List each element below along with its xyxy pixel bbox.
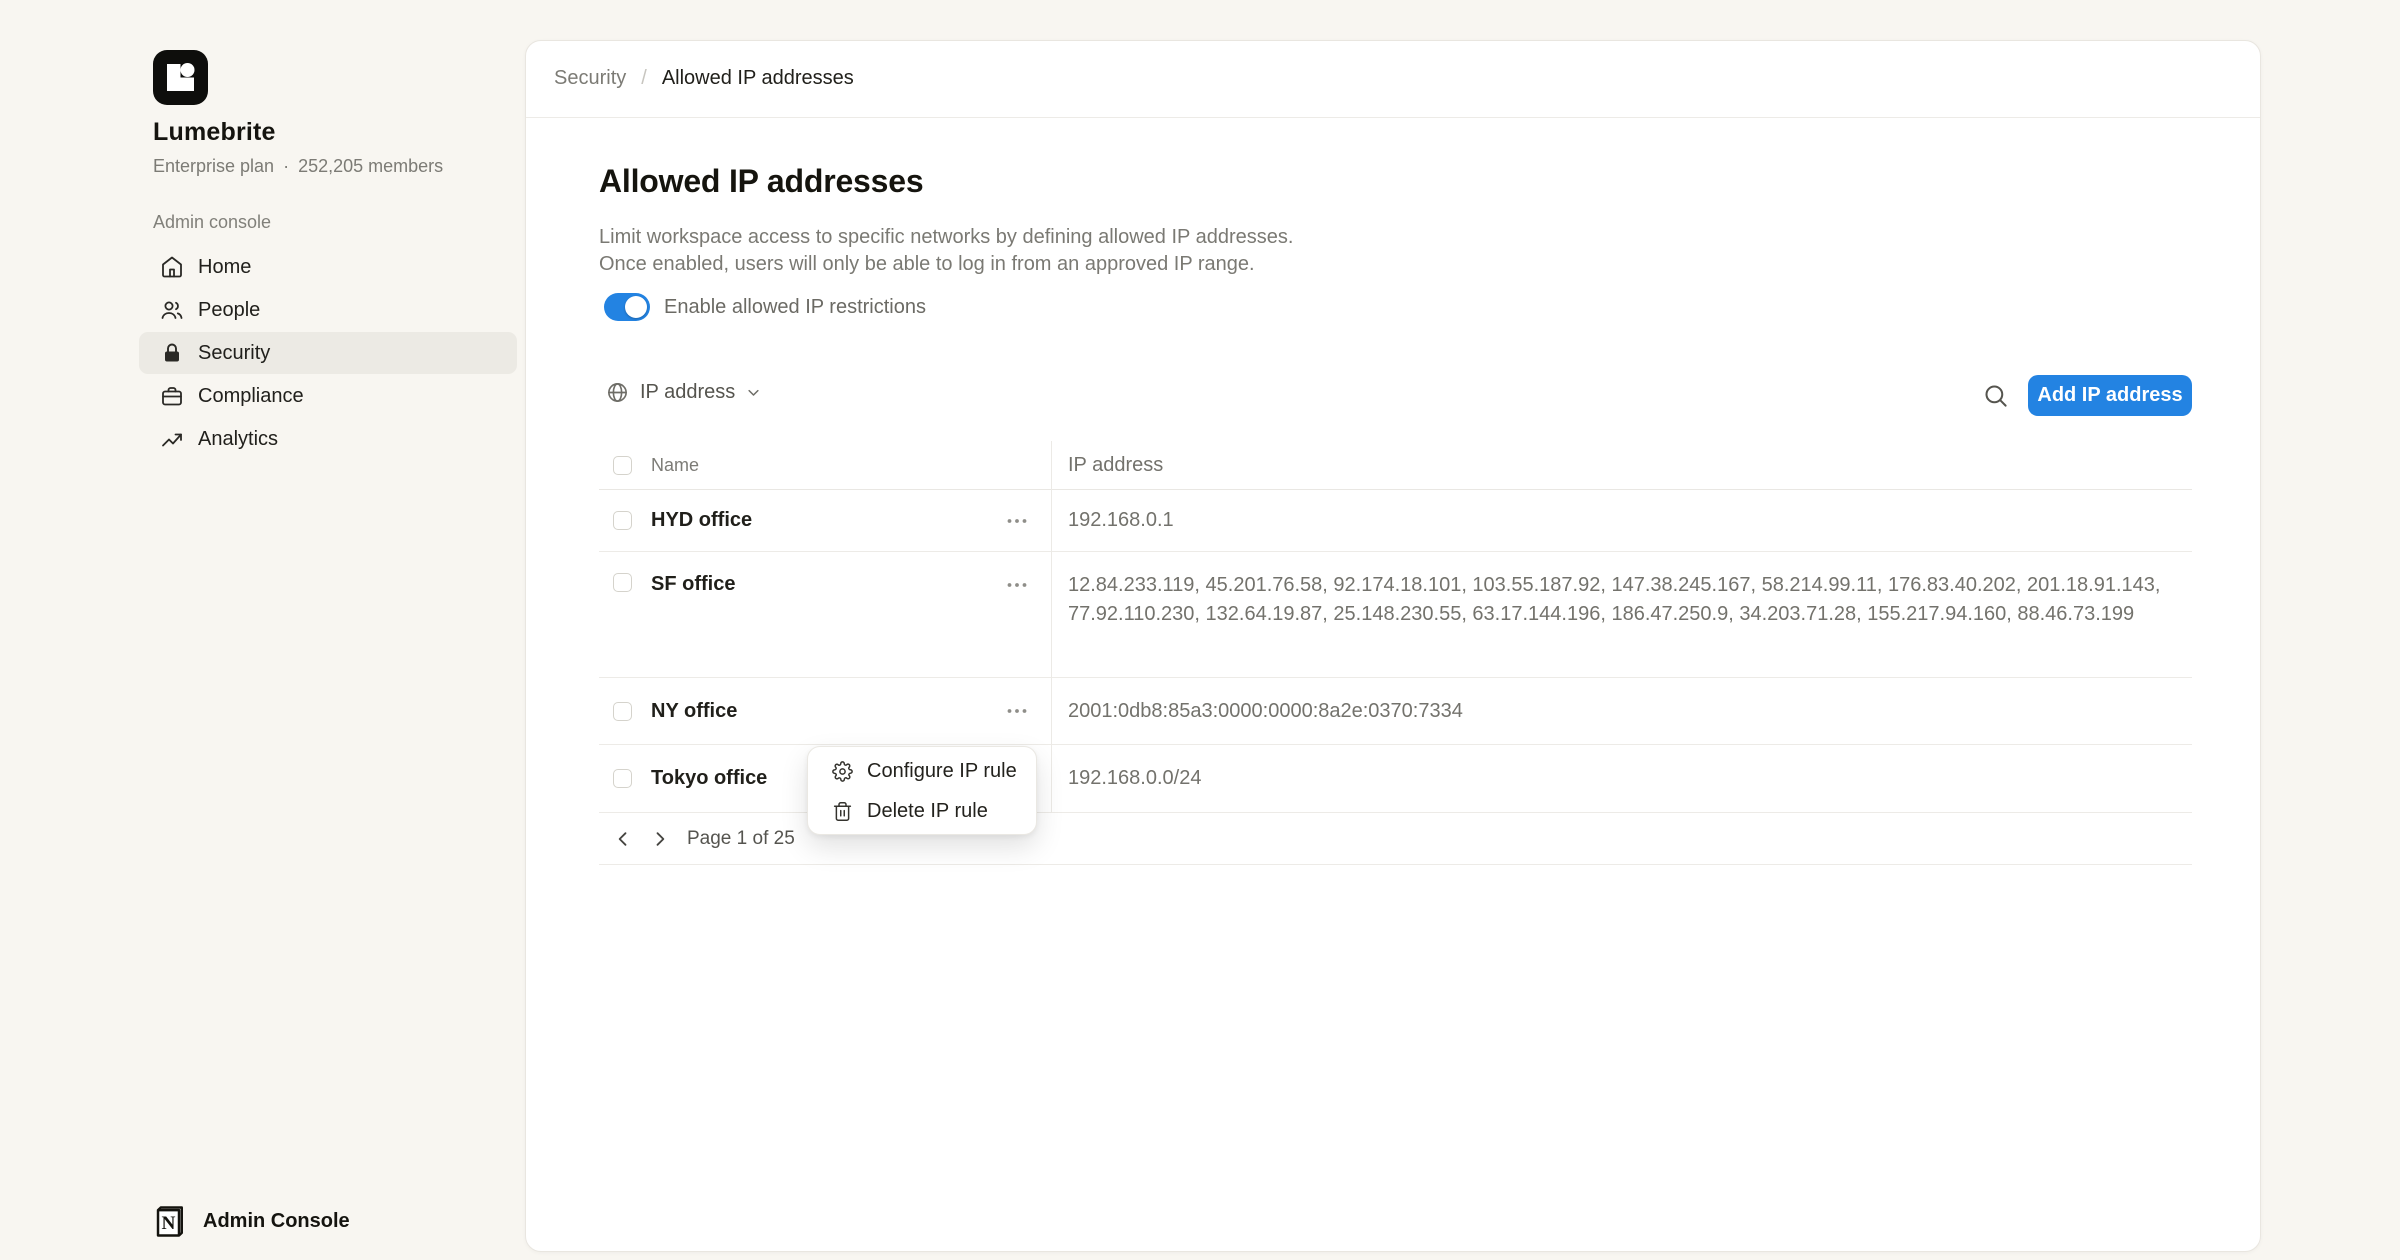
workspace-meta: Enterprise plan · 252,205 members xyxy=(153,156,443,177)
menu-item-delete-ip-rule[interactable]: Delete IP rule xyxy=(808,791,1036,831)
description-line-1: Limit workspace access to specific netwo… xyxy=(599,226,1293,248)
breadcrumb-separator: / xyxy=(641,67,647,90)
sidebar-item-label: Analytics xyxy=(198,428,278,451)
add-ip-address-button[interactable]: Add IP address xyxy=(2028,375,2192,416)
sidebar-item-label: Compliance xyxy=(198,385,304,408)
row-name: SF office xyxy=(651,573,735,596)
ip-restrictions-toggle[interactable] xyxy=(604,293,650,321)
toggle-label: Enable allowed IP restrictions xyxy=(664,296,926,319)
context-menu: Configure IP rule Delete IP rule xyxy=(807,746,1037,835)
row-name: NY office xyxy=(651,700,737,723)
row-actions-ellipsis-icon[interactable] xyxy=(1005,509,1029,533)
page-next-button[interactable] xyxy=(650,829,670,849)
row-name: HYD office xyxy=(651,509,752,532)
sidebar-item-label: Security xyxy=(198,342,270,365)
table-row: NY office 2001:0db8:85a3:0000:0000:8a2e:… xyxy=(599,678,2192,745)
toggle-knob xyxy=(625,296,647,318)
sidebar-section-label: Admin console xyxy=(153,212,271,233)
row-ip-value: 12.84.233.119, 45.201.76.58, 92.174.18.1… xyxy=(1068,571,2192,629)
sidebar-footer[interactable]: N Admin Console xyxy=(150,1203,350,1240)
table-row: SF office 12.84.233.119, 45.201.76.58, 9… xyxy=(599,552,2192,678)
sidebar-item-label: People xyxy=(198,299,260,322)
lumebrite-logo-glyph xyxy=(153,50,208,105)
row-ip-value: 192.168.0.1 xyxy=(1068,506,1174,535)
gear-icon xyxy=(832,761,853,782)
search-icon xyxy=(1982,382,2009,409)
toggle-row: Enable allowed IP restrictions xyxy=(604,293,926,321)
page-previous-button[interactable] xyxy=(613,829,633,849)
table-header-row: Name IP address xyxy=(599,441,2192,490)
row-checkbox[interactable] xyxy=(613,702,632,721)
trash-icon xyxy=(832,801,853,822)
breadcrumb-divider xyxy=(526,117,2260,118)
row-actions-ellipsis-icon[interactable] xyxy=(1005,573,1029,597)
column-header-name: Name xyxy=(651,455,699,476)
svg-text:N: N xyxy=(162,1213,176,1234)
breadcrumb: Security / Allowed IP addresses xyxy=(554,40,854,117)
globe-icon xyxy=(606,381,629,404)
page-description: Limit workspace access to specific netwo… xyxy=(599,224,1293,278)
workspace-logo-icon[interactable] xyxy=(153,50,208,105)
description-line-2: Once enabled, users will only be able to… xyxy=(599,253,1255,275)
row-ip-value: 192.168.0.0/24 xyxy=(1068,764,1201,793)
table-column-divider xyxy=(1051,441,1052,813)
column-header-ip-address: IP address xyxy=(1068,451,1163,480)
sidebar-footer-label: Admin Console xyxy=(203,1210,350,1233)
search-button[interactable] xyxy=(1982,382,2012,412)
sidebar: Lumebrite Enterprise plan · 252,205 memb… xyxy=(0,0,525,1260)
sidebar-item-analytics[interactable]: Analytics xyxy=(139,418,517,460)
briefcase-icon xyxy=(160,384,184,408)
breadcrumb-parent[interactable]: Security xyxy=(554,67,626,90)
table-row: HYD office 192.168.0.1 xyxy=(599,490,2192,552)
menu-item-label: Delete IP rule xyxy=(867,800,988,823)
chart-icon xyxy=(160,427,184,451)
row-ip-value: 2001:0db8:85a3:0000:0000:8a2e:0370:7334 xyxy=(1068,697,1463,726)
select-all-checkbox[interactable] xyxy=(613,456,632,475)
workspace-plan: Enterprise plan xyxy=(153,156,274,177)
filter-label: IP address xyxy=(640,381,735,404)
menu-item-configure-ip-rule[interactable]: Configure IP rule xyxy=(808,751,1036,791)
workspace-member-count: 252,205 members xyxy=(298,156,443,177)
row-checkbox[interactable] xyxy=(613,573,632,592)
sidebar-item-label: Home xyxy=(198,256,251,279)
lock-icon xyxy=(160,341,184,365)
row-actions-ellipsis-icon[interactable] xyxy=(1005,699,1029,723)
people-icon xyxy=(160,298,184,322)
sidebar-item-security[interactable]: Security xyxy=(139,332,517,374)
pagination-label: Page 1 of 25 xyxy=(687,828,795,850)
menu-item-label: Configure IP rule xyxy=(867,760,1017,783)
sidebar-item-compliance[interactable]: Compliance xyxy=(139,375,517,417)
sidebar-nav: Home People Security Complian xyxy=(139,246,517,461)
breadcrumb-current: Allowed IP addresses xyxy=(662,67,854,90)
sidebar-item-home[interactable]: Home xyxy=(139,246,517,288)
row-checkbox[interactable] xyxy=(613,511,632,530)
ip-address-filter-dropdown[interactable]: IP address xyxy=(606,381,761,404)
sidebar-item-people[interactable]: People xyxy=(139,289,517,331)
notion-logo-icon: N xyxy=(150,1203,187,1240)
workspace-name: Lumebrite xyxy=(153,118,276,147)
home-icon xyxy=(160,255,184,279)
row-checkbox[interactable] xyxy=(613,769,632,788)
page-title: Allowed IP addresses xyxy=(599,163,923,200)
meta-dot-separator: · xyxy=(283,156,289,177)
row-name: Tokyo office xyxy=(651,767,767,790)
chevron-down-icon xyxy=(746,385,761,400)
